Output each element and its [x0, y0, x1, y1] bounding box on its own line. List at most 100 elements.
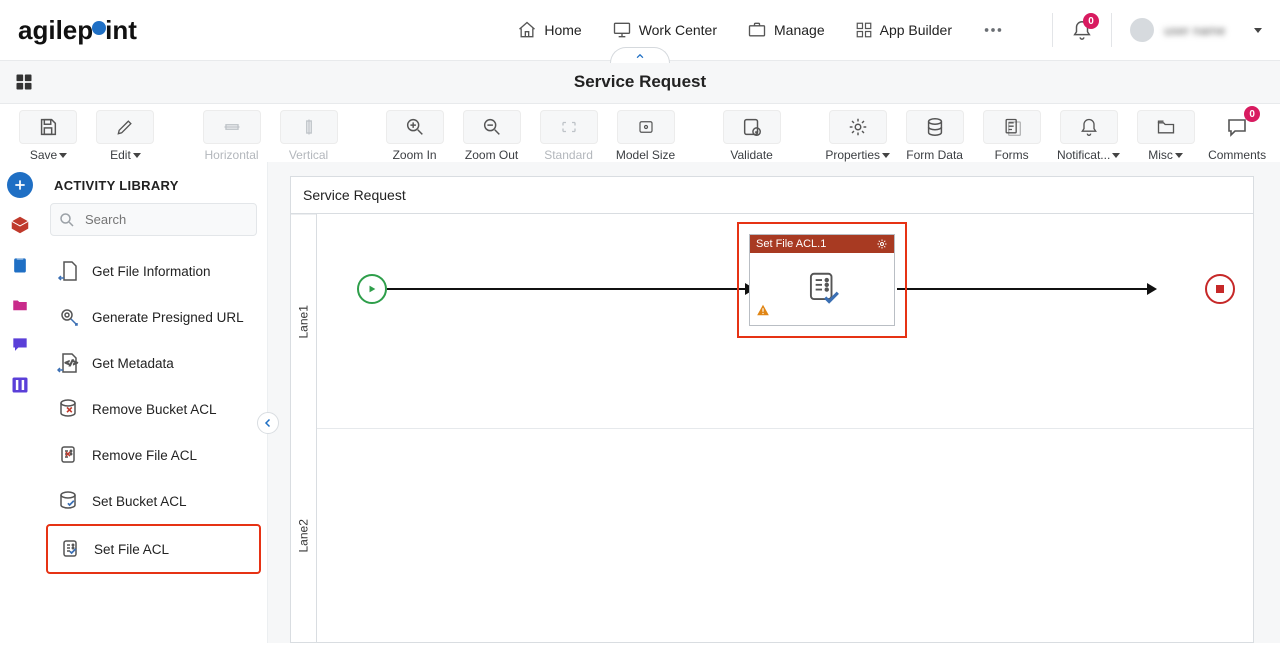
align-vertical-icon [300, 116, 318, 138]
gear-icon [847, 116, 869, 138]
nav-app-builder[interactable]: App Builder [855, 21, 952, 39]
plus-icon [13, 178, 27, 192]
notifications-button[interactable]: 0 [1071, 19, 1093, 41]
play-icon [367, 283, 377, 295]
model-size-label: Model Size [616, 148, 675, 162]
start-node[interactable] [357, 274, 387, 304]
activity-body [750, 253, 894, 323]
rail-item-2[interactable] [7, 252, 33, 278]
lane2-label[interactable]: Lane2 [291, 429, 316, 643]
end-node[interactable] [1205, 274, 1235, 304]
diagram-surface[interactable]: Set File ACL.1 [317, 214, 1253, 642]
activity-set-bucket-acl[interactable]: Set Bucket ACL [46, 478, 261, 524]
form-data-button[interactable]: Form Data [900, 110, 969, 162]
edit-button[interactable]: Edit [91, 110, 160, 162]
zoom-standard-button[interactable]: Standard [534, 110, 603, 162]
rail-item-5[interactable] [7, 372, 33, 398]
canvas-area: Service Request Lane1 Lane2 [268, 162, 1280, 643]
lanes: Lane1 Lane2 [291, 214, 1253, 642]
vertical-label: Vertical [289, 148, 328, 162]
notifications-button[interactable]: Notificat... [1054, 110, 1123, 162]
flow-edge-1 [387, 288, 745, 290]
flow-edge-2 [897, 288, 1147, 290]
activity-generate-presigned-url[interactable]: Generate Presigned URL [46, 294, 261, 340]
activity-sidebar: ACTIVITY LIBRARY Get File Information Ge… [40, 162, 268, 643]
standard-label: Standard [544, 148, 593, 162]
sidebar-collapse-button[interactable] [257, 412, 279, 434]
model-size-icon [635, 118, 657, 136]
gear-small-icon[interactable] [876, 238, 888, 250]
horizontal-button[interactable]: Horizontal [197, 110, 266, 162]
avatar[interactable] [1130, 18, 1154, 42]
bell-badge: 0 [1083, 13, 1099, 29]
chevron-up-icon [633, 51, 647, 61]
notifications-label: Notificat... [1057, 148, 1110, 162]
misc-button[interactable]: Misc [1131, 110, 1200, 162]
model-size-button[interactable]: Model Size [611, 110, 680, 162]
logo-text-right: int [105, 15, 137, 46]
zoom-out-label: Zoom Out [465, 148, 518, 162]
rail-add-button[interactable] [7, 172, 33, 198]
search-icon [58, 211, 76, 229]
nav-app-builder-label: App Builder [880, 22, 952, 38]
apps-grid-button[interactable] [14, 72, 34, 92]
comments-label: Comments [1208, 148, 1266, 162]
validate-icon [741, 116, 763, 138]
save-button[interactable]: Save [14, 110, 83, 162]
file-remove-icon [56, 442, 82, 468]
zoom-in-button[interactable]: Zoom In [380, 110, 449, 162]
comments-button[interactable]: 0 Comments [1208, 110, 1266, 162]
zoom-out-button[interactable]: Zoom Out [457, 110, 526, 162]
zoom-in-label: Zoom In [393, 148, 437, 162]
nav-home[interactable]: Home [517, 20, 581, 40]
search-input[interactable] [50, 203, 257, 236]
rail-item-4[interactable] [7, 332, 33, 358]
nav-manage[interactable]: Manage [747, 20, 825, 40]
align-horizontal-icon [221, 118, 243, 136]
svg-text:</>: </> [65, 359, 78, 367]
grid-icon [14, 72, 34, 92]
activity-remove-file-acl[interactable]: Remove File ACL [46, 432, 261, 478]
page-title: Service Request [574, 72, 706, 92]
nav-more[interactable] [982, 19, 1004, 41]
nav-work-center-label: Work Center [639, 22, 717, 38]
properties-button[interactable]: Properties [823, 110, 892, 162]
forms-icon [1002, 116, 1022, 138]
main-nav: Home Work Center Manage App Builder [517, 19, 1004, 41]
activity-label: Set Bucket ACL [92, 494, 187, 509]
bucket-set-icon [56, 488, 82, 514]
pull-tab[interactable] [610, 47, 670, 63]
vertical-button[interactable]: Vertical [274, 110, 343, 162]
rail-item-1[interactable] [7, 212, 33, 238]
activity-set-file-acl[interactable]: Set File ACL [46, 524, 261, 574]
nav-work-center[interactable]: Work Center [612, 20, 717, 40]
presigned-url-icon [56, 304, 82, 330]
title-bar: Service Request [0, 60, 1280, 104]
activity-remove-bucket-acl[interactable]: Remove Bucket ACL [46, 386, 261, 432]
user-name-label: user name [1164, 23, 1244, 38]
activity-label: Get File Information [92, 264, 211, 279]
columns-icon [10, 375, 30, 395]
chevron-down-icon[interactable] [1254, 28, 1262, 33]
box-icon [9, 214, 31, 236]
zoom-in-icon [404, 116, 426, 138]
warning-icon [756, 303, 770, 317]
forms-button[interactable]: Forms [977, 110, 1046, 162]
rail-item-3[interactable] [7, 292, 33, 318]
comments-badge: 0 [1244, 106, 1260, 122]
canvas-card: Service Request Lane1 Lane2 [290, 176, 1254, 643]
logo-text-left: agilep [18, 15, 93, 46]
chevron-down-icon [1175, 153, 1183, 158]
activity-get-metadata[interactable]: </> Get Metadata [46, 340, 261, 386]
activity-get-file-info[interactable]: Get File Information [46, 248, 261, 294]
lane1-label[interactable]: Lane1 [291, 214, 316, 429]
chevron-left-icon [262, 417, 274, 429]
validate-button[interactable]: Validate [717, 110, 786, 162]
separator [1111, 13, 1112, 47]
edit-icon [115, 117, 135, 137]
activity-node[interactable]: Set File ACL.1 [749, 234, 895, 326]
lane-labels: Lane1 Lane2 [291, 214, 317, 642]
activity-label: Generate Presigned URL [92, 310, 244, 325]
chat-fill-icon [9, 335, 31, 355]
horizontal-label: Horizontal [205, 148, 259, 162]
